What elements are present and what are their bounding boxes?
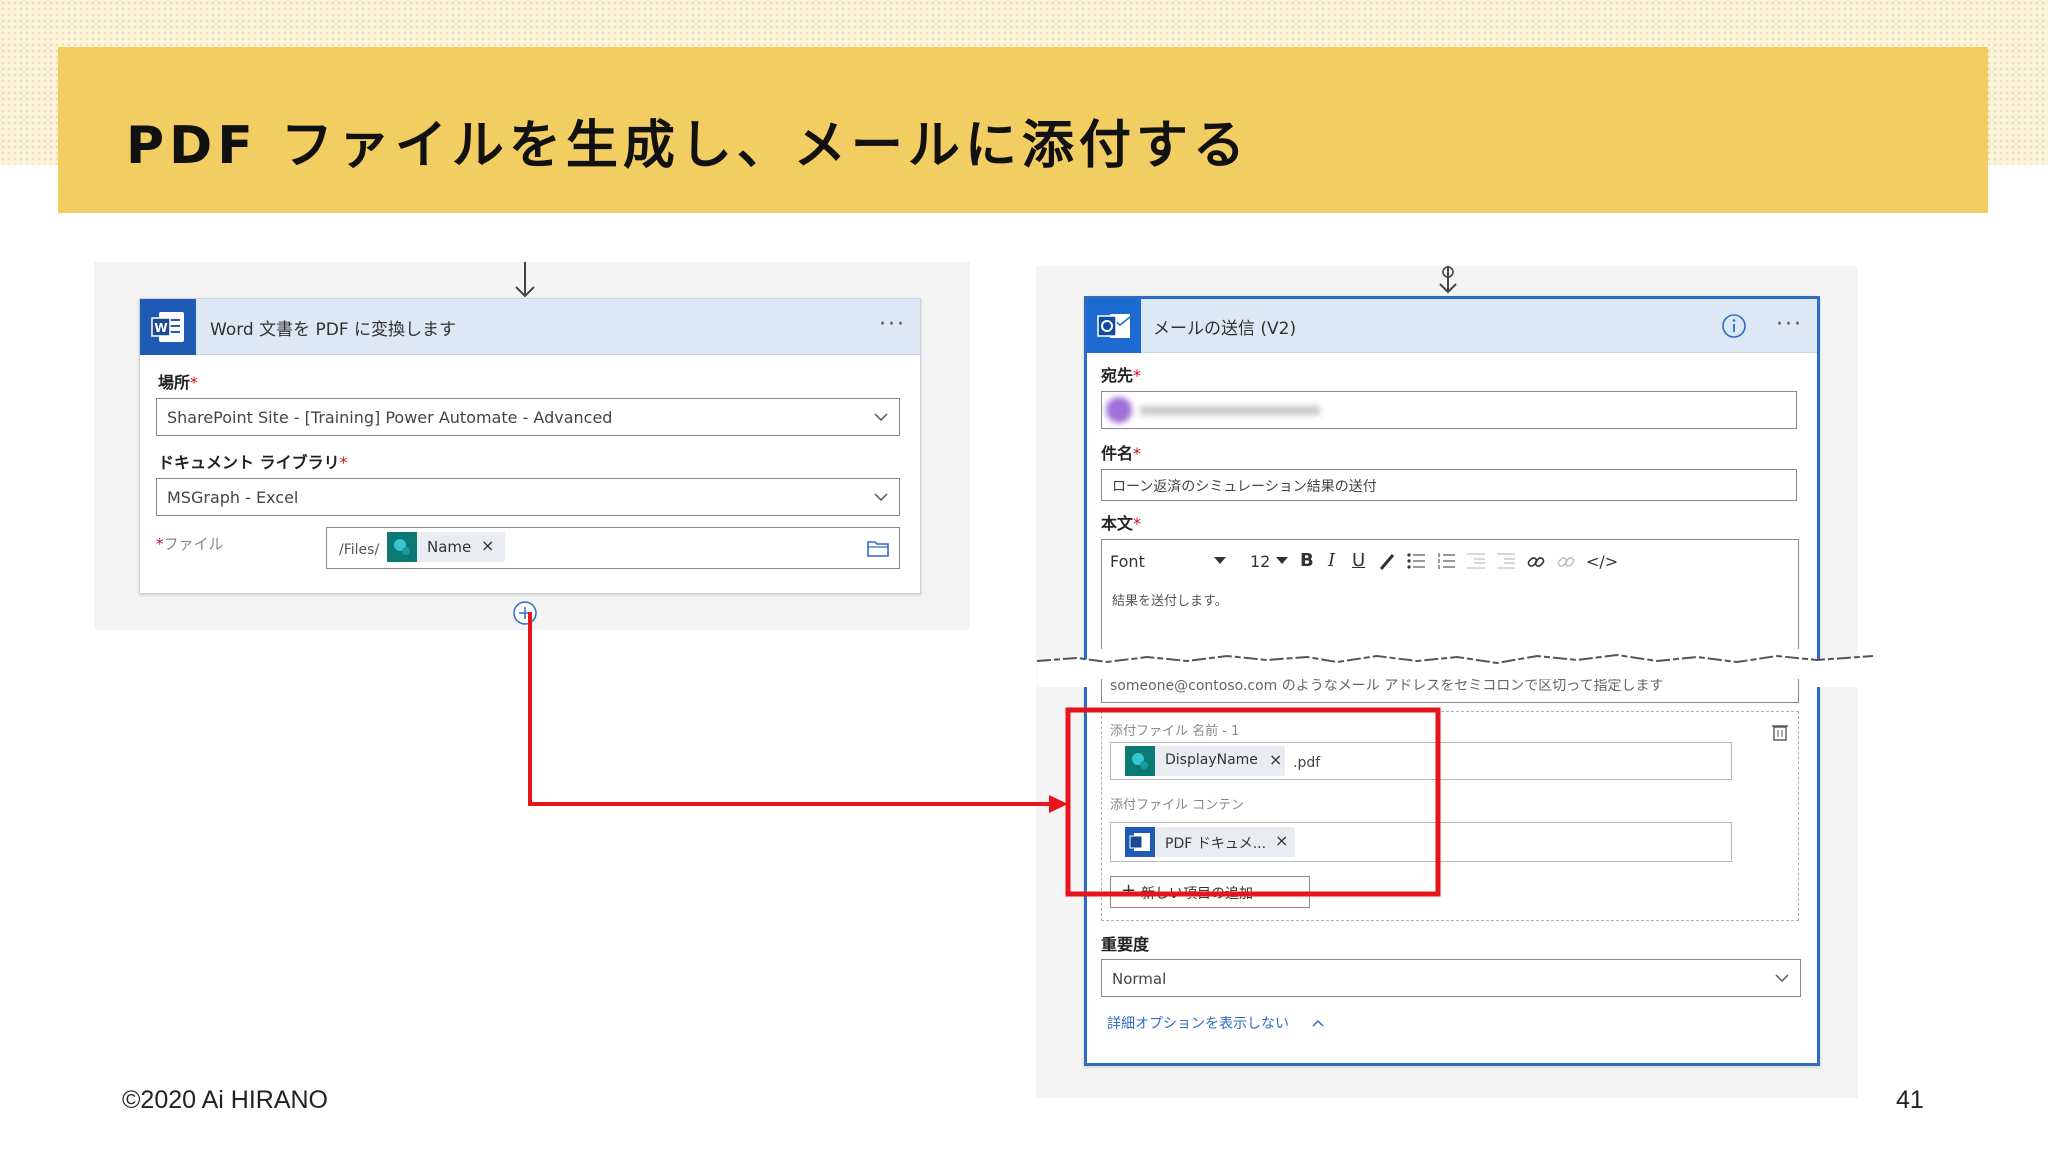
page-number: 41 [1896,1086,1924,1114]
copyright-text: ©2020 Ai HIRANO [122,1086,329,1114]
annotation-arrow [528,612,1052,806]
annotation-overlay [528,612,1441,897]
annotation-arrowhead [1049,795,1068,813]
highlight-box [1065,707,1441,897]
